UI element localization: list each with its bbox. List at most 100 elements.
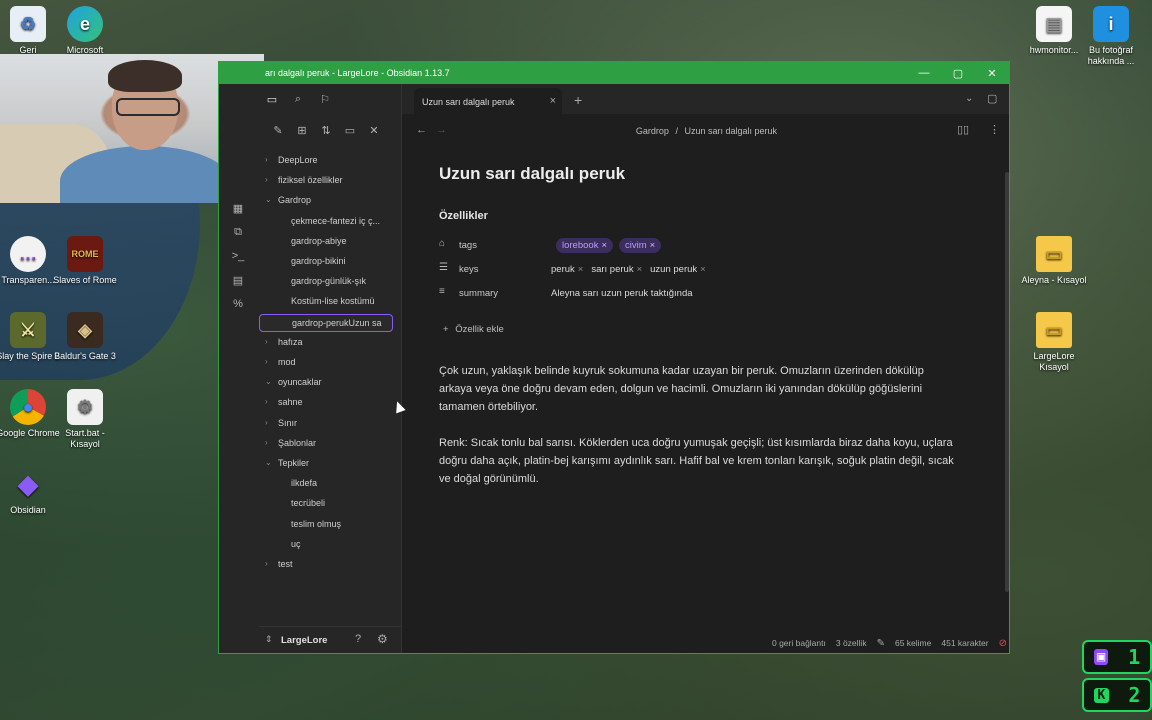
calendar-icon[interactable]: ▦ [229, 199, 247, 217]
tree-folder[interactable]: › sahne [259, 394, 401, 412]
desktop-icon-largelore[interactable]: ▭ LargeLore Kısayol [1020, 312, 1088, 373]
property-value-tags[interactable]: lorebook × civim × [556, 238, 662, 253]
breadcrumb-folder[interactable]: Gardrop [636, 126, 669, 136]
desktop-icon-obsidian[interactable]: ◆ Obsidian [0, 466, 62, 516]
tree-folder[interactable]: › Şablonlar [259, 435, 401, 453]
folder-icon: ▭ [1036, 312, 1072, 348]
status-backlinks[interactable]: 0 geri bağlantı [772, 638, 826, 648]
maximize-button[interactable]: ▢ [941, 62, 975, 84]
tree-folder[interactable]: ⌄ oyuncaklar [259, 374, 401, 392]
terminal-icon[interactable]: >_ [229, 247, 247, 265]
remove-value-icon[interactable]: × [637, 264, 643, 275]
desktop-icon-baldurs-gate[interactable]: ◈ Baldur's Gate 3 [51, 312, 119, 362]
sidebar-tab-header: ▭ ⌕ ⚐ [259, 84, 401, 114]
properties-heading[interactable]: Özellikler [439, 210, 488, 222]
desktop-icon-slaves-of-rome[interactable]: ROME Slaves of Rome [51, 236, 119, 286]
left-ribbon: ▦ ⧉ >_ ▤ % [219, 84, 259, 653]
add-property-button[interactable]: + Özellik ekle [443, 324, 504, 335]
tree-item-label: DeepLore [278, 155, 318, 165]
minimize-button[interactable]: — [907, 62, 941, 84]
help-icon[interactable]: ? [355, 633, 361, 645]
breadcrumb-note[interactable]: Uzun sarı dalgalı peruk [685, 126, 778, 136]
property-key-tags[interactable]: tags [459, 240, 477, 251]
tree-item-label: oyuncaklar [278, 377, 322, 388]
tree-folder[interactable]: › hafıza [259, 334, 401, 352]
tree-folder[interactable]: ⌄ Gardrop [259, 192, 401, 210]
new-note-icon[interactable]: ✎ [269, 121, 287, 139]
tree-folder[interactable]: › Sınır [259, 415, 401, 433]
tree-folder[interactable]: ⌄ Tepkiler [259, 455, 401, 473]
tab-note[interactable]: Uzun sarı dalgalı peruk × [414, 88, 562, 114]
tree-file[interactable]: çekmece-fantezi iç ç... [259, 213, 401, 231]
folder-icon[interactable]: ▭ [263, 90, 281, 108]
status-chars[interactable]: 451 karakter [941, 638, 988, 648]
search-icon[interactable]: ⌕ [289, 90, 307, 108]
list-value[interactable]: peruk × [550, 262, 584, 277]
tree-file[interactable]: teslim olmuş [259, 516, 401, 534]
sort-icon[interactable]: ⇅ [317, 121, 335, 139]
desktop-icon-start-bat[interactable]: ⚙ Start.bat - Kısayol [51, 389, 119, 450]
desktop-icon-bu-fotograf[interactable]: i Bu fotoğraf hakkında ... [1077, 6, 1145, 67]
tree-file[interactable]: gardrop-perukUzun sa [259, 313, 393, 332]
property-key-summary[interactable]: summary [459, 288, 498, 299]
new-folder-icon[interactable]: ⊞ [293, 121, 311, 139]
chevron-down-icon[interactable]: ⌄ [965, 93, 973, 104]
note-paragraph[interactable]: Renk: Sıcak tonlu bal sarısı. Köklerden … [439, 434, 959, 488]
task-badge-2[interactable]: K 2 [1082, 678, 1152, 712]
property-value-keys[interactable]: peruk × sarı peruk × uzun peruk × [550, 262, 707, 277]
status-words[interactable]: 65 kelime [895, 638, 931, 648]
vault-name[interactable]: LargeLore [281, 635, 327, 646]
status-properties[interactable]: 3 özellik [836, 638, 867, 648]
pencil-icon[interactable]: ✎ [877, 638, 885, 649]
vault-switcher-icon[interactable]: ⇕ [265, 634, 273, 645]
tree-file[interactable]: tecrübeli [259, 495, 401, 513]
tree-folder[interactable]: › fiziksel özellikler [259, 172, 401, 190]
remove-tag-icon[interactable]: × [601, 240, 607, 251]
sidebar-toggle-icon[interactable]: ▢ [987, 92, 997, 105]
grid-icon[interactable]: ▤ [229, 271, 247, 289]
remove-value-icon[interactable]: × [578, 264, 584, 275]
close-all-icon[interactable]: ✕ [365, 121, 383, 139]
tree-file[interactable]: ilkdefa [259, 475, 401, 493]
tree-item-label: ilkdefa [291, 478, 318, 489]
property-value-summary[interactable]: Aleyna sarı uzun peruk taktığında [550, 286, 694, 301]
tree-file[interactable]: uç [259, 536, 401, 554]
collapse-icon[interactable]: ▭ [341, 121, 359, 139]
tag-pill[interactable]: lorebook × [556, 238, 614, 253]
breadcrumb-separator: / [675, 126, 678, 136]
task-badge-1[interactable]: ▣ 1 [1082, 640, 1152, 674]
remove-value-icon[interactable]: × [700, 264, 706, 275]
title-bar[interactable]: arı dalgalı peruk - LargeLore - Obsidian… [219, 62, 1009, 84]
copy-icon[interactable]: ⧉ [229, 223, 247, 241]
tree-file[interactable]: Kostüm-lise kostümü [259, 293, 401, 311]
sync-off-icon[interactable]: ⊘ [999, 638, 1007, 649]
tree-file[interactable]: gardrop-bikini [259, 253, 401, 271]
settings-icon[interactable]: ⚙ [377, 632, 388, 646]
close-tab-icon[interactable]: × [550, 95, 556, 107]
more-options-icon[interactable]: ⋮ [989, 123, 1000, 136]
tree-folder[interactable]: › mod [259, 354, 401, 372]
reading-view-icon[interactable]: ▯▯ [957, 123, 969, 136]
percent-code-icon[interactable]: % [229, 295, 247, 313]
tag-pill[interactable]: civim × [619, 238, 662, 253]
desktop-icon-edge[interactable]: e Microsoft [51, 6, 119, 56]
tree-folder[interactable]: › test [259, 556, 401, 574]
chevron-right-icon: › [265, 336, 268, 346]
vault-footer: ⇕ LargeLore ? ⚙ [259, 626, 401, 653]
close-window-button[interactable]: ✕ [975, 62, 1009, 84]
desktop-icon-aleyna[interactable]: ▭ Aleyna - Kısayol [1020, 236, 1088, 286]
note-title[interactable]: Uzun sarı dalgalı peruk [439, 164, 625, 184]
remove-tag-icon[interactable]: × [650, 240, 656, 251]
property-key-keys[interactable]: keys [459, 264, 479, 275]
tree-file[interactable]: gardrop-abiye [259, 233, 401, 251]
list-value[interactable]: uzun peruk × [649, 262, 707, 277]
bookmark-icon[interactable]: ⚐ [316, 90, 334, 108]
new-tab-icon[interactable]: + [574, 92, 582, 108]
scrollbar[interactable] [1005, 172, 1009, 592]
chat-bubble-icon: … [10, 236, 46, 272]
list-value[interactable]: sarı peruk × [590, 262, 643, 277]
tree-file[interactable]: gardrop-günlük-şık [259, 273, 401, 291]
note-paragraph[interactable]: Çok uzun, yaklaşık belinde kuyruk sokumu… [439, 362, 959, 416]
tree-folder[interactable]: › DeepLore [259, 152, 401, 170]
obsidian-icon: ◆ [18, 468, 38, 499]
